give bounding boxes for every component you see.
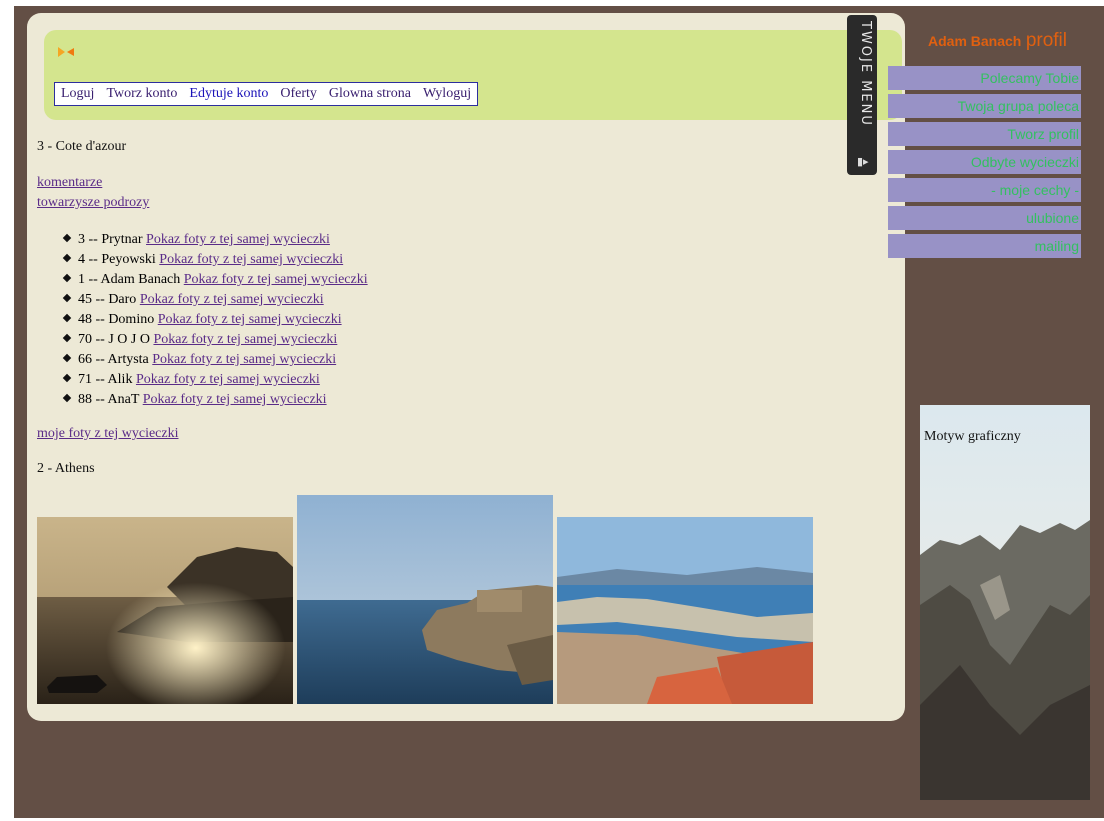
mountain-image	[920, 405, 1090, 800]
theme-label: Motyw graficzny	[924, 429, 1021, 444]
side-menu-my-traits[interactable]: - moje cechy -	[888, 178, 1081, 202]
side-menu-favorites[interactable]: ulubione	[888, 206, 1081, 230]
expand-arrow-icon: ▮▸	[857, 155, 869, 168]
list-item: 88 -- AnaT Pokaz foty z tej samej wyciec…	[62, 390, 368, 410]
nav-edit-account[interactable]: Edytuje konto	[189, 86, 268, 102]
profile-title: Adam Banach profil	[928, 30, 1067, 52]
list-item: 1 -- Adam Banach Pokaz foty z tej samej …	[62, 270, 368, 290]
nav-offers[interactable]: Oferty	[280, 86, 317, 102]
list-item: 66 -- Artysta Pokaz foty z tej samej wyc…	[62, 350, 368, 370]
list-item: 45 -- Daro Pokaz foty z tej samej wyciec…	[62, 290, 368, 310]
menu-tab-label: TWOJE MENU	[858, 21, 873, 127]
bullet-icon	[62, 393, 72, 403]
comments-link[interactable]: komentarze	[37, 175, 102, 190]
side-menu-recommended[interactable]: Polecamy Tobie	[888, 66, 1081, 90]
list-item: 3 -- Prytnar Pokaz foty z tej samej wyci…	[62, 230, 368, 250]
show-photos-link[interactable]: Pokaz foty z tej samej wycieczki	[158, 312, 342, 327]
bullet-icon	[62, 313, 72, 323]
show-photos-link[interactable]: Pokaz foty z tej samej wycieczki	[152, 352, 336, 367]
nav-home[interactable]: Glowna strona	[329, 86, 411, 102]
trip-title: 3 - Cote d'azour	[37, 139, 127, 154]
list-item: 48 -- Domino Pokaz foty z tej samej wyci…	[62, 310, 368, 330]
show-photos-link[interactable]: Pokaz foty z tej samej wycieczki	[153, 332, 337, 347]
bullet-icon	[62, 293, 72, 303]
nav-create-account[interactable]: Tworz konto	[106, 86, 177, 102]
bullet-icon	[62, 233, 72, 243]
side-menu-group-recommends[interactable]: Twoja grupa poleca	[888, 94, 1081, 118]
bullet-icon	[62, 353, 72, 363]
nav-login[interactable]: Loguj	[61, 86, 94, 102]
bullet-icon	[62, 333, 72, 343]
show-photos-link[interactable]: Pokaz foty z tej samej wycieczki	[143, 392, 327, 407]
bullet-icon	[62, 273, 72, 283]
side-menu-mailing[interactable]: mailing	[888, 234, 1081, 258]
trip-photo[interactable]	[37, 517, 293, 704]
show-photos-link[interactable]: Pokaz foty z tej samej wycieczki	[184, 272, 368, 287]
trip-photo[interactable]	[297, 495, 553, 704]
companions-link[interactable]: towarzysze podrozy	[37, 195, 149, 210]
my-photos-link[interactable]: moje foty z tej wycieczki	[37, 426, 179, 441]
menu-tab[interactable]: TWOJE MENU ▮▸	[847, 15, 877, 175]
logo-icon[interactable]	[56, 45, 76, 59]
header-bar	[44, 30, 902, 120]
top-nav: Loguj Tworz konto Edytuje konto Oferty G…	[54, 82, 479, 106]
side-menu-past-trips[interactable]: Odbyte wycieczki	[888, 150, 1081, 174]
side-menu-create-profile[interactable]: Tworz profil	[888, 122, 1081, 146]
nav-logout[interactable]: Wyloguj	[423, 86, 471, 102]
theme-panel[interactable]: Motyw graficzny	[920, 405, 1090, 800]
side-menu: Polecamy Tobie Twoja grupa poleca Tworz …	[888, 66, 1081, 262]
companions-list: 3 -- Prytnar Pokaz foty z tej samej wyci…	[62, 230, 368, 410]
list-item: 4 -- Peyowski Pokaz foty z tej samej wyc…	[62, 250, 368, 270]
show-photos-link[interactable]: Pokaz foty z tej samej wycieczki	[146, 232, 330, 247]
bullet-icon	[62, 373, 72, 383]
next-trip-title: 2 - Athens	[37, 461, 95, 476]
profile-name: Adam Banach	[928, 33, 1022, 49]
bullet-icon	[62, 253, 72, 263]
list-item: 71 -- Alik Pokaz foty z tej samej wyciec…	[62, 370, 368, 390]
show-photos-link[interactable]: Pokaz foty z tej samej wycieczki	[159, 252, 343, 267]
list-item: 70 -- J O J O Pokaz foty z tej samej wyc…	[62, 330, 368, 350]
show-photos-link[interactable]: Pokaz foty z tej samej wycieczki	[140, 292, 324, 307]
show-photos-link[interactable]: Pokaz foty z tej samej wycieczki	[136, 372, 320, 387]
trip-photo[interactable]	[557, 517, 813, 704]
profile-label: profil	[1025, 30, 1067, 51]
